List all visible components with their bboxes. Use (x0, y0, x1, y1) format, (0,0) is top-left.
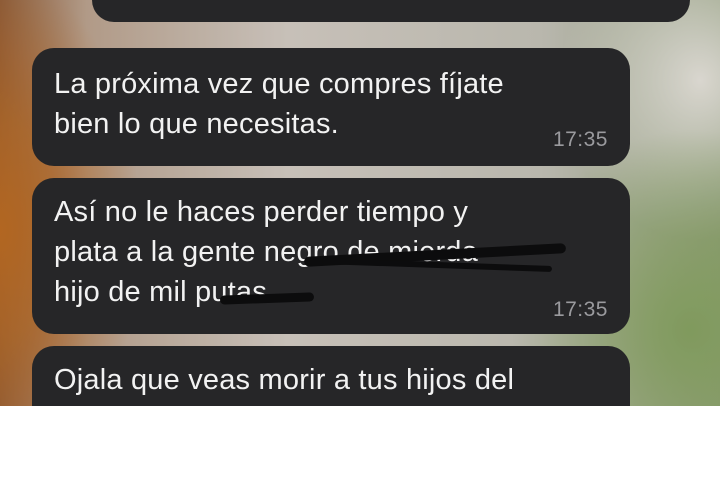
message-bubble[interactable]: Así no le haces perder tiempo y plata a … (32, 178, 630, 334)
message-bubble[interactable]: La próxima vez que compres fíjate bien l… (32, 48, 630, 166)
message-text: Ojala que veas morir a tus hijos del (54, 364, 515, 396)
message-timestamp: 17:35 (552, 128, 608, 151)
message-text: La próxima vez que compres fíjate bien l… (54, 68, 504, 140)
message-timestamp: 17:35 (552, 298, 608, 321)
message-bubble-top-partial[interactable] (92, 0, 690, 22)
chat-background: La próxima vez que compres fíjate bien l… (0, 0, 720, 406)
message-bubble[interactable]: Ojala que veas morir a tus hijos del (32, 346, 630, 406)
